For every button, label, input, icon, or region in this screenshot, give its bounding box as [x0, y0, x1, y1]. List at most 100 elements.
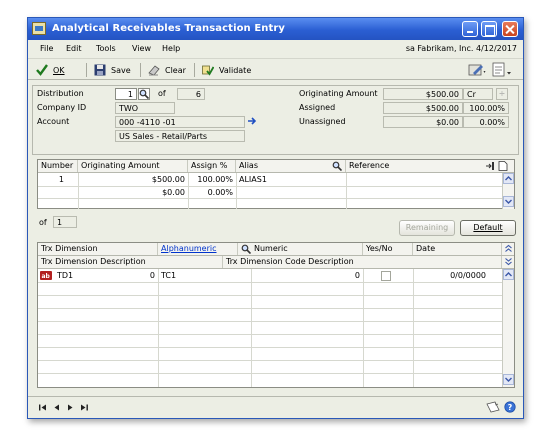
- validate-label: Validate: [219, 65, 252, 75]
- grid-line: [363, 269, 364, 387]
- of-label: of: [39, 218, 47, 227]
- menu-help[interactable]: Help: [162, 44, 180, 53]
- window-title: Analytical Receivables Transaction Entry: [52, 23, 286, 34]
- eraser-icon: [148, 65, 160, 76]
- of-label: of: [158, 89, 166, 98]
- distribution-number-field[interactable]: 1: [115, 88, 137, 100]
- col-alphanumeric[interactable]: Alphanumeric: [158, 243, 238, 255]
- blank-page-icon: [498, 161, 508, 171]
- menu-view[interactable]: View: [132, 44, 151, 53]
- maximize-button[interactable]: [481, 21, 497, 37]
- magnifier-icon: [241, 244, 252, 255]
- menu-tools[interactable]: Tools: [96, 44, 116, 53]
- print-menu-button[interactable]: [490, 62, 512, 77]
- help-button[interactable]: ?: [504, 401, 516, 415]
- document-icon: [492, 62, 511, 77]
- row-amount[interactable]: $500.00: [78, 174, 188, 186]
- dimension-grid-scrollbar[interactable]: [502, 269, 514, 387]
- col-assign-percent: Assign %: [188, 160, 236, 172]
- row-alias[interactable]: ALIAS1: [236, 174, 346, 186]
- col-yes-no: Yes/No: [363, 243, 413, 255]
- double-chevron-up-icon: [505, 244, 512, 252]
- default-button[interactable]: Default: [460, 220, 516, 236]
- row-trx-dimension[interactable]: TD1: [54, 270, 114, 282]
- validate-button[interactable]: Validate: [202, 63, 251, 77]
- toolbar-separator: [140, 63, 141, 77]
- notes-menu-button[interactable]: [468, 63, 486, 77]
- menu-edit[interactable]: Edit: [66, 44, 82, 53]
- scroll-up-button[interactable]: [503, 269, 514, 280]
- ok-button[interactable]: OK: [36, 63, 65, 77]
- dimension-grid-subheader: Trx Dimension Description Trx Dimension …: [38, 256, 514, 269]
- chevron-down-icon: [505, 199, 512, 204]
- note-button[interactable]: [486, 401, 500, 415]
- magnifier-icon: [332, 161, 343, 172]
- assigned-label: Assigned: [299, 103, 336, 112]
- unassigned-percent-field: 0.00%: [463, 116, 509, 128]
- col-number: Number: [38, 160, 78, 172]
- app-icon: [32, 22, 46, 35]
- col-originating-amount: Originating Amount: [78, 160, 188, 172]
- double-chevron-down-icon: [505, 258, 512, 266]
- row-reference[interactable]: [346, 174, 502, 186]
- distribution-lookup-button[interactable]: [138, 88, 150, 100]
- grid-line: [38, 321, 502, 322]
- alias-grid-scrollbar[interactable]: [502, 173, 514, 209]
- originating-amount-label: Originating Amount: [299, 89, 378, 98]
- unassigned-label: Unassigned: [299, 117, 346, 126]
- account-label: Account: [37, 117, 70, 126]
- row-assign-percent[interactable]: 0.00%: [188, 187, 236, 199]
- toolbar-separator: [86, 63, 87, 77]
- save-label: Save: [111, 65, 131, 75]
- credit-debit-dropdown-button[interactable]: ÷: [496, 88, 508, 100]
- assigned-amount-field: $500.00: [383, 102, 463, 114]
- col-reference: Reference: [349, 161, 390, 170]
- row-yes-no-checkbox[interactable]: [381, 271, 391, 281]
- user-info: sa Fabrikam, Inc. 4/12/2017: [405, 44, 517, 53]
- save-button[interactable]: Save: [94, 63, 131, 77]
- close-button[interactable]: [502, 21, 518, 37]
- minimize-button[interactable]: [462, 21, 478, 37]
- menu-bar: File Edit Tools View Help sa Fabrikam, I…: [28, 40, 523, 58]
- grid-line: [38, 373, 502, 374]
- row-date[interactable]: 0/0/0000: [413, 270, 489, 282]
- alias-lookup-button[interactable]: [332, 161, 343, 175]
- window: Analytical Receivables Transaction Entry…: [27, 17, 524, 419]
- dimension-grid: Trx Dimension Alphanumeric Numeric Yes/N…: [37, 242, 515, 388]
- originating-amount-field: $500.00: [383, 88, 463, 100]
- scroll-down-button[interactable]: [503, 196, 514, 207]
- distribution-total-field: 6: [177, 88, 205, 100]
- dimension-grid-header: Trx Dimension Alphanumeric Numeric Yes/N…: [38, 243, 514, 256]
- row-number: 1: [58, 175, 64, 184]
- row-numeric[interactable]: 0: [251, 270, 363, 282]
- expand-rows-icon: [486, 162, 494, 170]
- row-assign-percent[interactable]: 100.00%: [188, 174, 236, 186]
- expand-rows-button[interactable]: [504, 257, 514, 267]
- previous-record-button[interactable]: [52, 403, 61, 414]
- first-record-button[interactable]: [38, 403, 47, 414]
- scroll-down-button[interactable]: [503, 374, 514, 385]
- previous-icon: [54, 404, 59, 411]
- status-bar: ?: [28, 396, 523, 418]
- arrow-right-icon: [248, 117, 257, 125]
- grid-line: [38, 282, 502, 283]
- remaining-button[interactable]: Remaining: [399, 220, 455, 236]
- last-record-button[interactable]: [80, 403, 89, 414]
- scroll-up-button[interactable]: [503, 173, 514, 184]
- account-expand-button[interactable]: [247, 116, 259, 128]
- col-alias: Alias: [236, 160, 346, 172]
- show-details-button[interactable]: [485, 161, 495, 175]
- next-record-button[interactable]: [66, 403, 75, 414]
- clear-button[interactable]: Clear: [148, 63, 186, 77]
- help-icon: ?: [504, 401, 516, 413]
- grid-line: [413, 269, 414, 387]
- floppy-disk-icon: [94, 64, 106, 76]
- row-dimension-code[interactable]: TC1: [158, 270, 251, 282]
- header-section: Distribution 1 of 6 Company ID TWO Accou…: [32, 85, 519, 155]
- collapse-rows-button[interactable]: [504, 244, 514, 254]
- next-icon: [68, 404, 73, 411]
- menu-file[interactable]: File: [40, 44, 53, 53]
- title-bar[interactable]: Analytical Receivables Transaction Entry: [28, 18, 523, 40]
- row-amount[interactable]: $0.00: [78, 187, 188, 199]
- svg-text:?: ?: [508, 403, 513, 412]
